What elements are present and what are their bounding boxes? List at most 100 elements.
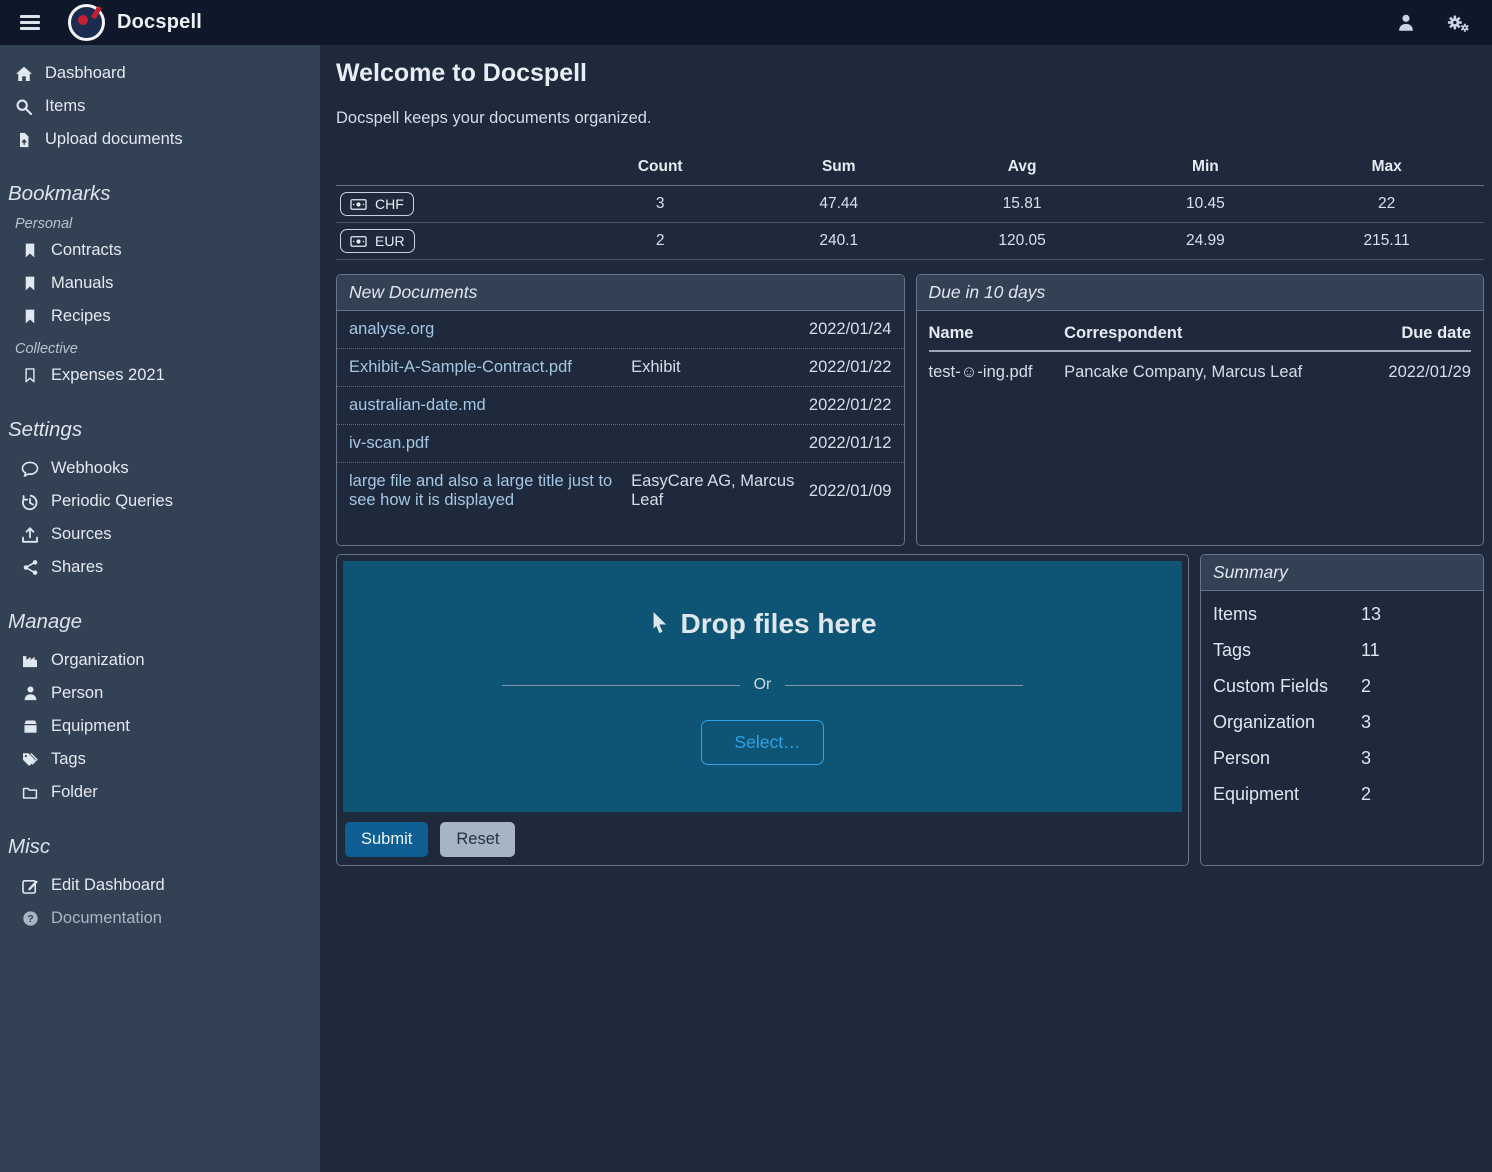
upload-panel: Drop files here Or Select… Submit Reset [336, 554, 1189, 866]
app-title: Docspell [117, 11, 202, 34]
hamburger-icon [20, 15, 40, 18]
history-icon [20, 493, 40, 511]
summary-row-equipment: Equipment2 [1201, 776, 1483, 812]
dropzone-title: Drop files here [648, 608, 876, 640]
mouse-pointer-icon [648, 611, 670, 637]
sidebar-item-expenses-2021[interactable]: Expenses 2021 [0, 359, 320, 392]
stats-col-currency [336, 149, 566, 186]
sidebar-item-label: Tags [51, 750, 86, 769]
top-navbar: Docspell [0, 0, 1492, 45]
due-col-due-date: Due date [1341, 317, 1471, 351]
bookmark-icon [20, 275, 40, 292]
bookmark-outline-icon [20, 367, 40, 384]
box-icon [20, 718, 40, 735]
sidebar-item-label: Shares [51, 558, 103, 577]
industry-icon [20, 652, 40, 669]
file-dropzone[interactable]: Drop files here Or Select… [343, 561, 1182, 812]
sidebar-item-webhooks[interactable]: Webhooks [0, 452, 320, 485]
sidebar-item-sources[interactable]: Sources [0, 518, 320, 551]
user-menu-button[interactable] [1394, 11, 1418, 35]
summary-row-custom-fields: Custom Fields2 [1201, 668, 1483, 704]
table-row: EUR 2 240.1 120.05 24.99 215.11 [336, 223, 1484, 260]
document-link[interactable]: Exhibit-A-Sample-Contract.pdf [349, 358, 631, 377]
settings-menu-button[interactable] [1444, 10, 1472, 35]
sidebar-item-periodic-queries[interactable]: Periodic Queries [0, 485, 320, 518]
sidebar-item-label: Sources [51, 525, 112, 544]
summary-row-organization: Organization3 [1201, 704, 1483, 740]
main-content: Welcome to Docspell Docspell keeps your … [320, 45, 1492, 1172]
sidebar-item-label: Periodic Queries [51, 492, 173, 511]
sidebar-item-folder[interactable]: Folder [0, 776, 320, 809]
currency-badge: CHF [340, 192, 414, 216]
sidebar-item-label: Dasbhoard [45, 64, 126, 83]
bookmarks-group-collective: Collective [15, 341, 320, 357]
sidebar-item-equipment[interactable]: Equipment [0, 710, 320, 743]
gears-icon [1446, 12, 1470, 33]
sidebar-item-contracts[interactable]: Contracts [0, 234, 320, 267]
sidebar-item-shares[interactable]: Shares [0, 551, 320, 584]
sidebar-item-label: Webhooks [51, 459, 129, 478]
search-icon [14, 98, 34, 116]
list-item: large file and also a large title just t… [337, 462, 904, 519]
document-link[interactable]: large file and also a large title just t… [349, 472, 631, 510]
sidebar-item-label: Upload documents [45, 130, 183, 149]
svg-text:?: ? [27, 914, 33, 925]
share-nodes-icon [20, 559, 40, 576]
page-title: Welcome to Docspell [336, 59, 1484, 88]
sidebar-item-organization[interactable]: Organization [0, 644, 320, 677]
stats-col-count: Count [566, 149, 755, 186]
panel-title: Due in 10 days [917, 275, 1484, 311]
summary-panel: Summary Items13 Tags11 Custom Fields2 Or… [1200, 554, 1484, 866]
document-link[interactable]: australian-date.md [349, 396, 631, 415]
bookmark-icon [20, 242, 40, 259]
due-col-name: Name [929, 317, 1065, 351]
document-link[interactable]: analyse.org [349, 320, 631, 339]
sidebar-item-dashboard[interactable]: Dasbhoard [0, 57, 320, 90]
list-item: australian-date.md 2022/01/22 [337, 386, 904, 424]
tags-icon [20, 751, 40, 768]
file-upload-icon [14, 131, 34, 149]
upload-icon [20, 526, 40, 544]
new-documents-panel: New Documents analyse.org 2022/01/24 Exh… [336, 274, 905, 546]
pen-square-icon [20, 877, 40, 895]
table-row: test-☺-ing.pdf Pancake Company, Marcus L… [929, 351, 1472, 393]
select-files-button[interactable]: Select… [701, 720, 823, 765]
sidebar-item-edit-dashboard[interactable]: Edit Dashboard [0, 869, 320, 902]
sidebar-item-tags[interactable]: Tags [0, 743, 320, 776]
summary-row-items: Items13 [1201, 596, 1483, 632]
brand[interactable]: Docspell [68, 4, 202, 41]
stats-col-sum: Sum [755, 149, 923, 186]
sidebar-item-label: Person [51, 684, 103, 703]
bookmarks-heading: Bookmarks [8, 182, 320, 206]
due-col-correspondent: Correspondent [1064, 317, 1341, 351]
sidebar-item-documentation[interactable]: ? Documentation [0, 902, 320, 935]
sidebar-item-person[interactable]: Person [0, 677, 320, 710]
panel-title: New Documents [337, 275, 904, 311]
document-link[interactable]: iv-scan.pdf [349, 434, 631, 453]
reset-button[interactable]: Reset [440, 822, 515, 857]
sidebar-item-items[interactable]: Items [0, 90, 320, 123]
money-bill-icon [350, 236, 367, 247]
sidebar-item-recipes[interactable]: Recipes [0, 300, 320, 333]
list-item: analyse.org 2022/01/24 [337, 311, 904, 348]
docspell-logo-icon [68, 4, 105, 41]
sidebar-item-upload-documents[interactable]: Upload documents [0, 123, 320, 156]
settings-heading: Settings [8, 418, 320, 442]
summary-row-tags: Tags11 [1201, 632, 1483, 668]
or-divider: Or [502, 676, 1022, 694]
list-item: iv-scan.pdf 2022/01/12 [337, 424, 904, 462]
sidebar-item-manuals[interactable]: Manuals [0, 267, 320, 300]
question-circle-icon: ? [20, 910, 40, 927]
sidebar-item-label: Recipes [51, 307, 111, 326]
submit-button[interactable]: Submit [345, 822, 428, 857]
sidebar-item-label: Equipment [51, 717, 130, 736]
folder-icon [20, 785, 40, 801]
table-row: CHF 3 47.44 15.81 10.45 22 [336, 186, 1484, 223]
house-icon [14, 65, 34, 83]
money-bill-icon [350, 199, 367, 210]
stats-col-min: Min [1121, 149, 1289, 186]
comment-icon [20, 460, 40, 478]
document-link[interactable]: test-☺-ing.pdf [929, 351, 1065, 393]
menu-toggle-button[interactable] [14, 9, 46, 36]
user-icon [1396, 13, 1416, 33]
